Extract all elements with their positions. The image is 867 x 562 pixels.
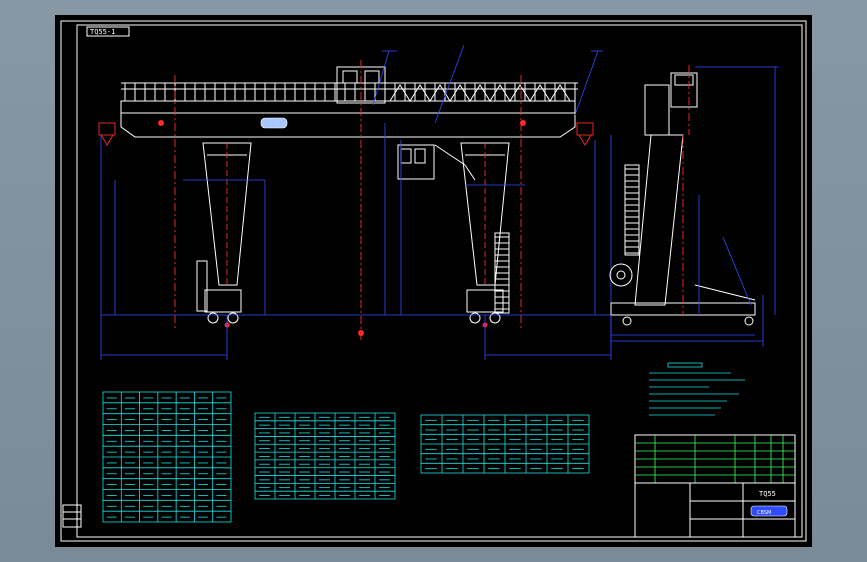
left-bogie xyxy=(204,289,242,313)
cad-viewport: TQ55-1 TQ55 CBSM xyxy=(0,0,867,562)
label-tl: TQ55-1 xyxy=(90,28,115,36)
operator-cab xyxy=(397,144,435,180)
nameplate xyxy=(260,117,288,129)
title-block: TQ55 CBSM xyxy=(634,434,796,538)
label-tr: TQ55 xyxy=(759,490,776,498)
drawing-sheet[interactable]: TQ55-1 TQ55 CBSM xyxy=(55,15,812,547)
truss xyxy=(389,84,571,102)
railing-posts xyxy=(124,83,576,101)
technical-notes xyxy=(649,362,745,416)
logo-text: CBSM xyxy=(757,510,771,516)
inner-frame xyxy=(76,24,803,538)
param-table-right xyxy=(420,414,590,474)
param-table-left xyxy=(102,391,232,523)
main-girder xyxy=(120,100,576,138)
side-view xyxy=(609,65,779,347)
gantry-crane-drawing: TQ55-1 TQ55 CBSM xyxy=(60,20,807,542)
stair xyxy=(434,144,476,181)
cable-reel xyxy=(609,263,633,287)
side-girder xyxy=(644,84,670,136)
front-view xyxy=(98,44,615,360)
param-table-mid xyxy=(254,412,396,500)
label-box-bl xyxy=(62,504,82,528)
side-leg xyxy=(634,134,684,306)
